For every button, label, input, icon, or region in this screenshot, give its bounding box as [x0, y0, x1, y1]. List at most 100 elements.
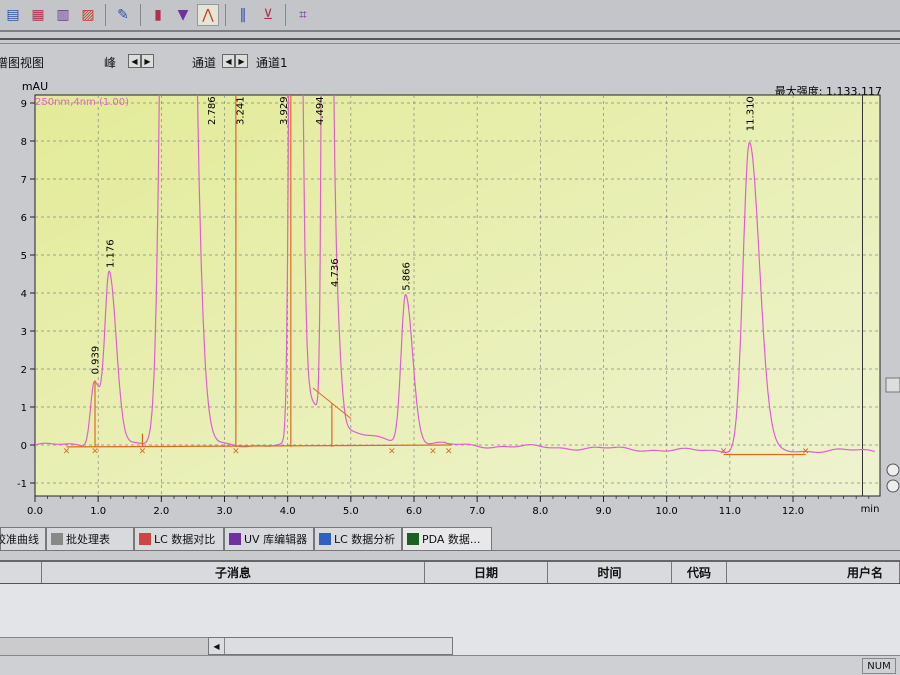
- trace-label: 250nm,4nm (1.00): [35, 97, 129, 108]
- toolbar-separator: [140, 4, 141, 26]
- peak-label: 峰: [104, 56, 117, 70]
- zoom-in-icon[interactable]: [886, 463, 900, 477]
- y-tick-label: 8: [21, 137, 27, 148]
- status-bar: NUM: [0, 655, 900, 675]
- x-tick-label: 6.0: [406, 506, 422, 517]
- peak-boundary-marker: ✕: [388, 447, 396, 457]
- peak-boundary-marker: ✕: [139, 447, 147, 457]
- tab-batch-table[interactable]: 批处理表: [46, 527, 134, 550]
- peak-label: 3.241: [236, 96, 247, 125]
- x-tick-label: 3.0: [217, 506, 233, 517]
- peak-label: 11.310: [745, 96, 756, 131]
- prev-peak-button[interactable]: ◀: [128, 54, 141, 68]
- y-tick-label: 9: [21, 99, 27, 110]
- view-title: 谱图视图: [0, 56, 45, 70]
- plot-area: 0.0 1.0 2.0 3.0 4.0 5.0 6.0 7.0 8.0 9.0 10.0 11.0 12…: [17, 94, 881, 517]
- column-icon[interactable]: ‖: [232, 4, 254, 26]
- column-header[interactable]: [0, 562, 42, 583]
- next-peak-button[interactable]: ▶: [141, 54, 154, 68]
- x-tick-label: 7.0: [469, 506, 485, 517]
- peak-label: 3.929: [279, 96, 290, 125]
- library-icon: [229, 533, 241, 545]
- y-tick-label: 2: [21, 365, 27, 376]
- x-tick-label: 2.0: [153, 506, 169, 517]
- compare-icon: [139, 533, 151, 545]
- x-tick-label: 5.0: [343, 506, 359, 517]
- table-header: 子消息 日期 时间 代码 用户名: [0, 562, 900, 584]
- column-header[interactable]: 子消息: [42, 562, 425, 583]
- peak-nav: ◀ ▶: [128, 54, 154, 68]
- message-table: 子消息 日期 时间 代码 用户名 ◀: [0, 560, 900, 655]
- tab-calibration[interactable]: 校准曲线: [0, 527, 46, 550]
- peak-boundary-marker: ✕: [63, 447, 71, 457]
- scroll-up-button[interactable]: [885, 377, 900, 393]
- peak-boundary-marker: ✕: [429, 447, 437, 457]
- analysis-icon: [319, 533, 331, 545]
- peak-label: 5.866: [402, 262, 413, 291]
- chromatogram-chart[interactable]: mAU 最大强度: 1,133,117 0.0 1.0 2.0 3.0 4.0 5.0 6.…: [0, 78, 900, 518]
- y-tick-label: 4: [21, 289, 27, 300]
- horizontal-scrollbar[interactable]: ◀: [208, 637, 453, 655]
- zoom-out-icon[interactable]: [886, 479, 900, 493]
- peak-label: 4.494: [315, 96, 326, 125]
- method-icon[interactable]: ⌗: [292, 4, 314, 26]
- peak-boundary-marker: ✕: [232, 447, 240, 457]
- x-tick-label: 9.0: [596, 506, 612, 517]
- toolbar-separator: [285, 4, 286, 26]
- prev-channel-button[interactable]: ◀: [222, 54, 235, 68]
- column-header[interactable]: 日期: [425, 562, 548, 583]
- divider: [0, 38, 900, 44]
- x-tick-label: 12.0: [782, 506, 804, 517]
- edit-icon[interactable]: ✎: [112, 4, 134, 26]
- x-tick-label: 10.0: [656, 506, 678, 517]
- scroll-track: [0, 637, 208, 655]
- channel-value: 通道1: [256, 56, 288, 70]
- batch-icon[interactable]: ▥: [52, 4, 74, 26]
- column-header[interactable]: 时间: [548, 562, 672, 583]
- column-header[interactable]: 代码: [672, 562, 727, 583]
- scroll-left-button[interactable]: ◀: [209, 638, 225, 654]
- y-tick-label: 3: [21, 327, 27, 338]
- peak-icon[interactable]: ⋀: [197, 4, 219, 26]
- report-icon[interactable]: ▨: [77, 4, 99, 26]
- peak-boundary-marker: ✕: [445, 447, 453, 457]
- peak-boundary-marker: ✕: [720, 447, 728, 457]
- tab-library[interactable]: UV 库编辑器: [224, 527, 314, 550]
- y-tick-label: 1: [21, 403, 27, 414]
- x-tick-label: 4.0: [280, 506, 296, 517]
- channel-label: 通道: [192, 56, 217, 70]
- x-tick-label: 8.0: [532, 506, 548, 517]
- instrument-icon[interactable]: ▤: [2, 4, 24, 26]
- chromatogram-view-icon[interactable]: ▮: [147, 4, 169, 26]
- peak-boundary-marker: ✕: [91, 447, 99, 457]
- autosampler-icon[interactable]: ⊻: [257, 4, 279, 26]
- pda-icon: [407, 533, 419, 545]
- y-tick-label: 7: [21, 175, 27, 186]
- print-icon[interactable]: ▦: [27, 4, 49, 26]
- num-lock-indicator: NUM: [862, 658, 896, 674]
- spectrum-view-icon[interactable]: ▼: [172, 4, 194, 26]
- x-tick-label: 11.0: [719, 506, 741, 517]
- toolbar: ▤ ▦ ▥ ▨ ✎ ▮ ▼ ⋀ ‖ ⊻ ⌗: [0, 0, 900, 32]
- x-tick-label: 1.0: [90, 506, 106, 517]
- batch-table-icon: [51, 533, 63, 545]
- tab-label: PDA 数据...: [422, 533, 481, 546]
- tab-label: LC 数据分析: [334, 533, 396, 546]
- next-channel-button[interactable]: ▶: [235, 54, 248, 68]
- x-axis-label: min: [861, 504, 880, 515]
- tab-analysis[interactable]: LC 数据分析: [314, 527, 402, 550]
- tab-pda[interactable]: PDA 数据...: [402, 527, 492, 550]
- toolbar-separator: [225, 4, 226, 26]
- tab-label: 校准曲线: [0, 533, 39, 546]
- y-tick-label: 0: [21, 441, 27, 452]
- channel-nav: ◀ ▶: [222, 54, 248, 68]
- plot-background: [34, 94, 881, 497]
- tab-label: LC 数据对比: [154, 533, 216, 546]
- peak-label: 4.736: [330, 258, 341, 287]
- y-tick-label: 5: [21, 251, 27, 262]
- column-header[interactable]: 用户名: [727, 562, 900, 583]
- tab-compare[interactable]: LC 数据对比: [134, 527, 224, 550]
- peak-boundary-marker: ✕: [802, 447, 810, 457]
- y-axis-label: mAU: [22, 80, 48, 93]
- view-bar: 谱图视图 峰 ◀ ▶ 通道 ◀ ▶ 通道1: [0, 50, 900, 74]
